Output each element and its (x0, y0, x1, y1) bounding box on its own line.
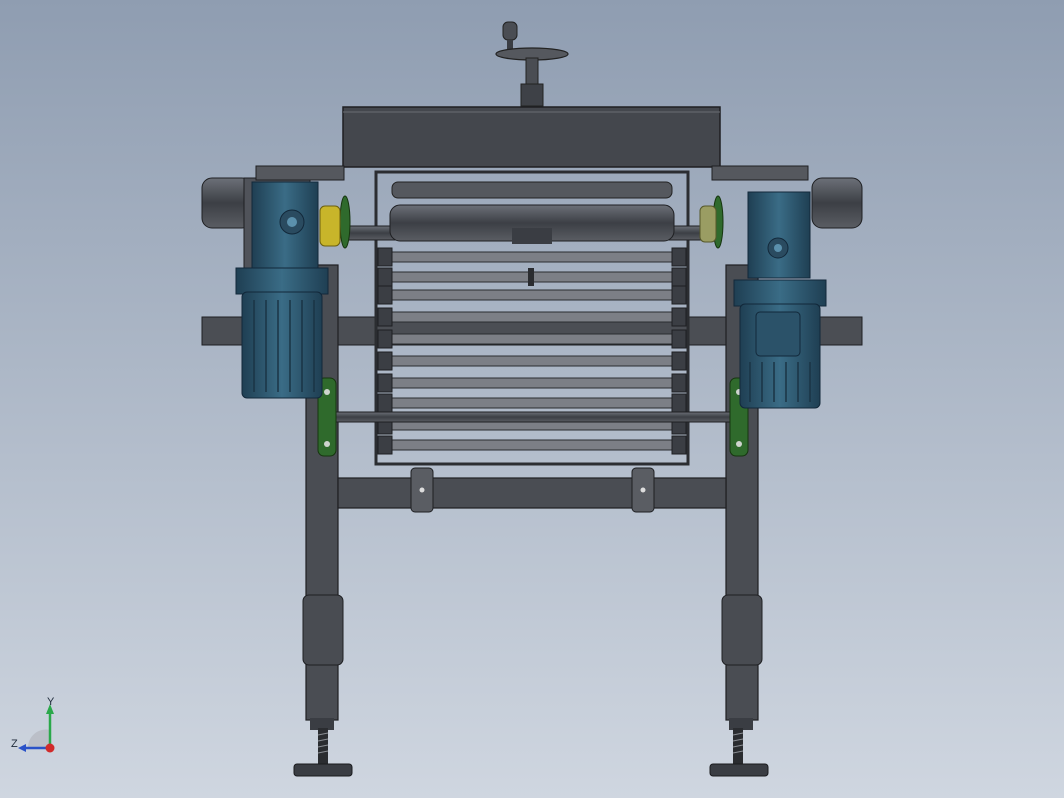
roller-sprocket (671, 435, 687, 455)
roller-sprocket (671, 373, 687, 393)
roller-sprocket (671, 329, 687, 349)
roller (381, 355, 683, 367)
roller-sprocket (377, 393, 393, 413)
roller-sprocket (377, 267, 393, 287)
roller-sprocket (377, 307, 393, 327)
triad-z-label: Z (11, 738, 18, 750)
roller-sprocket (671, 267, 687, 287)
top-hood (342, 106, 721, 168)
roller-sprocket (377, 435, 393, 455)
roller (381, 377, 683, 389)
roller-sprocket (671, 393, 687, 413)
roller-sprocket (671, 247, 687, 267)
coordinate-triad: Y Z (8, 696, 72, 760)
roller (381, 251, 683, 263)
roller-sprocket (377, 329, 393, 349)
triad-y-label: Y (47, 696, 55, 708)
roller-sprocket (377, 373, 393, 393)
roller (381, 311, 683, 323)
roller (381, 439, 683, 451)
roller-sprocket (671, 285, 687, 305)
roller-sprocket (671, 307, 687, 327)
roller (381, 289, 683, 301)
roller-sprocket (377, 351, 393, 371)
roller (381, 397, 683, 409)
roller-sprocket (671, 351, 687, 371)
roller-sprocket (377, 285, 393, 305)
lower-shaft (319, 411, 745, 423)
triad-axes-icon (18, 704, 55, 753)
roller-sprocket (377, 247, 393, 267)
graphics-viewport[interactable]: Y Z (0, 0, 1064, 798)
roller (381, 333, 683, 345)
conveyor-model[interactable] (0, 0, 1064, 798)
